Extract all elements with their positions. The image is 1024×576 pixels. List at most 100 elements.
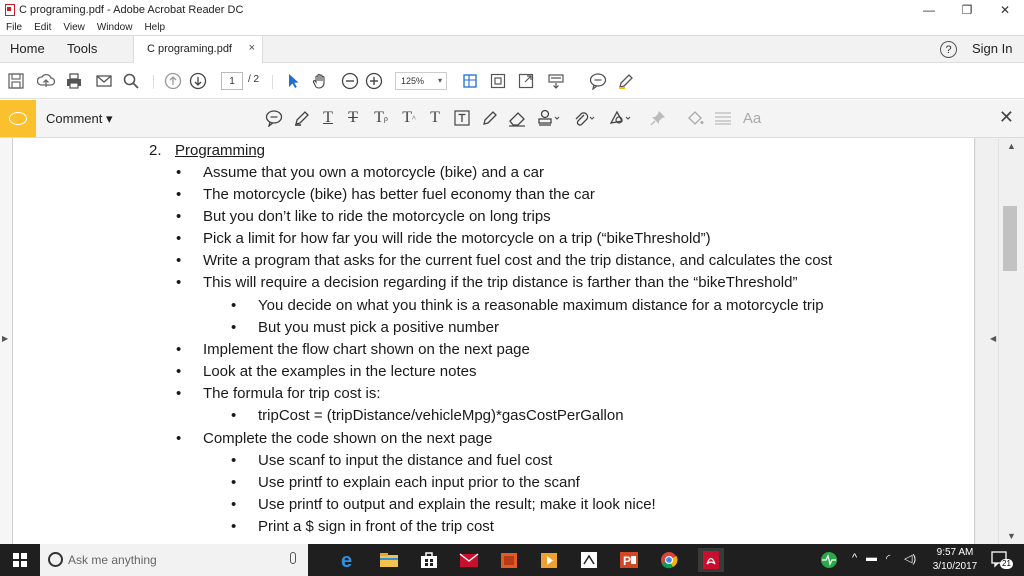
save-icon[interactable] <box>6 71 26 91</box>
list-item-text: Look at the examples in the lecture note… <box>203 363 477 380</box>
system-clock[interactable]: 9:57 AM 3/10/2017 <box>928 546 982 574</box>
bullet: • <box>176 164 182 181</box>
zoom-level-select[interactable]: 125% ▾ <box>395 72 447 90</box>
chrome-icon[interactable] <box>658 550 680 570</box>
zoom-out-icon[interactable] <box>340 71 360 91</box>
tab-home[interactable]: Home <box>10 41 45 56</box>
comment-menu[interactable]: Comment ▾ <box>46 111 113 127</box>
keyboard-icon[interactable] <box>546 71 566 91</box>
chevron-down-icon: ▾ <box>437 76 442 85</box>
fit-page-icon[interactable] <box>460 71 480 91</box>
underline-text-icon[interactable]: T <box>320 108 336 128</box>
eraser-icon[interactable] <box>506 108 528 128</box>
previous-page-icon[interactable] <box>163 71 183 91</box>
acrobat-taskbar-icon[interactable] <box>698 548 724 572</box>
bullet: • <box>176 430 182 447</box>
menu-window[interactable]: Window <box>97 22 133 33</box>
tab-tools[interactable]: Tools <box>67 41 97 56</box>
expand-left-icon: ▶ <box>2 334 9 343</box>
add-comment-icon[interactable] <box>588 71 608 91</box>
scrolling-mode-icon[interactable] <box>488 71 508 91</box>
hand-tool-icon[interactable] <box>310 71 330 91</box>
minimize-button[interactable]: — <box>910 0 948 19</box>
attach-file-icon[interactable] <box>570 108 598 128</box>
pin-icon[interactable] <box>648 108 668 128</box>
full-screen-icon[interactable] <box>516 71 536 91</box>
bullet: • <box>176 186 182 203</box>
font-size-control[interactable]: Aa <box>740 108 764 128</box>
action-center-icon[interactable]: 21 <box>990 550 1013 569</box>
highlight-pen-icon[interactable] <box>616 71 636 91</box>
menu-view[interactable]: View <box>63 22 85 33</box>
select-cursor-icon[interactable] <box>283 71 303 91</box>
replace-text-icon[interactable]: Tρ <box>372 108 390 128</box>
clock-time: 9:57 AM <box>936 547 974 558</box>
volume-icon[interactable]: ◁) <box>904 552 916 565</box>
sticky-note-icon[interactable] <box>264 108 284 128</box>
next-page-icon[interactable] <box>188 71 208 91</box>
wifi-icon[interactable]: ◜ <box>886 552 890 565</box>
list-item-text: Print a $ sign in front of the trip cost <box>258 518 494 535</box>
cortana-search-box[interactable]: Ask me anything <box>40 544 308 576</box>
edge-browser-icon[interactable]: e <box>338 550 360 572</box>
zoom-in-icon[interactable] <box>364 71 384 91</box>
scroll-down-icon[interactable]: ▼ <box>1007 531 1016 541</box>
sign-in-button[interactable]: Sign In <box>972 41 1012 56</box>
strikethrough-text-icon[interactable]: T <box>345 108 361 128</box>
upload-share-icon[interactable] <box>36 71 56 91</box>
right-panel-toggle[interactable]: ◀ <box>976 138 998 544</box>
menu-help[interactable]: Help <box>144 22 165 33</box>
pdf-page: 2. Programming • Assume that you own a mo… <box>12 138 975 544</box>
pencil-draw-icon[interactable] <box>480 108 500 128</box>
text-box-icon[interactable] <box>452 108 472 128</box>
tab-document[interactable]: C programing.pdf × <box>133 36 263 63</box>
bullet: • <box>231 297 237 314</box>
comment-bubble-icon <box>9 112 27 125</box>
toolbar-separator <box>272 75 273 89</box>
add-text-icon[interactable]: T <box>427 108 443 128</box>
menu-edit[interactable]: Edit <box>34 22 51 33</box>
restore-button[interactable]: ❐ <box>948 0 986 19</box>
bullet: • <box>176 341 182 358</box>
help-icon[interactable]: ? <box>940 41 957 58</box>
scrollbar-thumb[interactable] <box>1003 206 1017 271</box>
bullet: • <box>231 452 237 469</box>
vertical-scrollbar[interactable]: ▲ ▼ <box>998 138 1024 544</box>
section-title: Programming <box>175 142 266 159</box>
fill-color-icon[interactable] <box>684 108 706 128</box>
menu-bar: File Edit View Window Help <box>0 19 1024 35</box>
line-weight-icon[interactable] <box>712 108 734 128</box>
search-placeholder: Ask me anything <box>68 553 157 567</box>
left-panel-toggle[interactable]: ▶ <box>0 138 12 544</box>
comment-tool-icon[interactable] <box>0 100 36 137</box>
close-tab-icon[interactable]: × <box>249 42 255 54</box>
search-icon[interactable] <box>121 71 141 91</box>
insert-text-icon[interactable]: T ^ <box>400 108 418 128</box>
file-explorer-icon[interactable] <box>378 550 400 570</box>
drawing-tools-icon[interactable] <box>606 108 634 128</box>
list-item-text: Assume that you own a motorcycle (bike) … <box>203 164 544 181</box>
start-button[interactable] <box>0 544 40 576</box>
scroll-up-icon[interactable]: ▲ <box>1007 141 1016 151</box>
clock-date: 3/10/2017 <box>932 561 978 572</box>
comment-toolbar: Comment ▾ T T Tρ T ^ T Aa ✕ <box>0 100 1024 138</box>
powerpoint-icon[interactable]: P <box>618 550 640 570</box>
print-icon[interactable] <box>64 71 84 91</box>
activity-monitor-icon[interactable] <box>818 550 840 570</box>
highlight-text-icon[interactable] <box>292 108 312 128</box>
microphone-icon[interactable] <box>290 552 296 564</box>
battery-icon[interactable]: ▬ <box>866 552 877 564</box>
close-window-button[interactable]: ✕ <box>986 0 1024 19</box>
page-number-input[interactable]: 1 <box>221 72 243 90</box>
app-icon-orange[interactable] <box>498 550 520 570</box>
terminal-app-icon[interactable] <box>578 550 600 570</box>
show-hidden-icons-icon[interactable]: ^ <box>852 552 857 564</box>
bullet: • <box>176 274 182 291</box>
close-comment-bar-icon[interactable]: ✕ <box>999 107 1014 128</box>
email-icon[interactable] <box>94 71 114 91</box>
mail-app-icon[interactable] <box>458 550 480 570</box>
menu-file[interactable]: File <box>6 22 22 33</box>
stamp-icon[interactable] <box>535 108 563 128</box>
media-player-icon[interactable] <box>538 550 560 570</box>
store-icon[interactable] <box>418 550 440 570</box>
